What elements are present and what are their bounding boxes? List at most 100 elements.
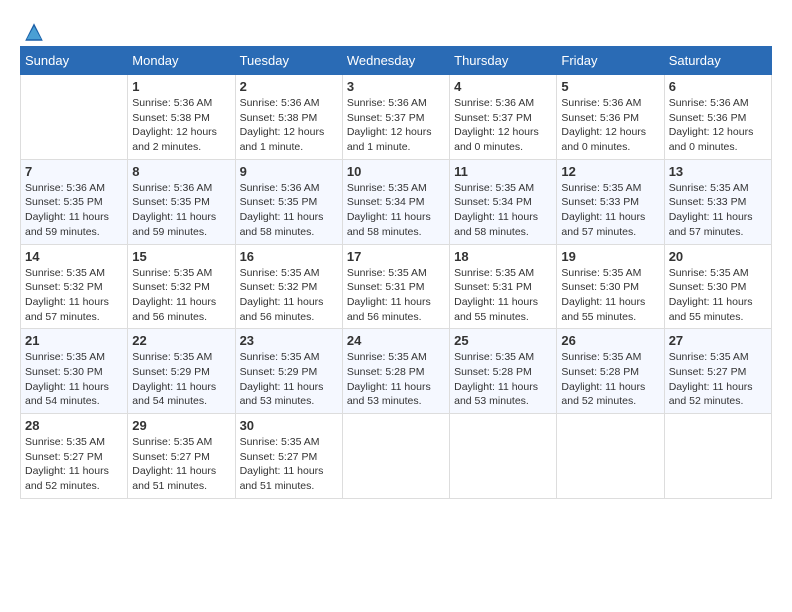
day-number: 9 xyxy=(240,164,338,179)
day-info: Sunrise: 5:36 AMSunset: 5:35 PMDaylight:… xyxy=(240,181,338,240)
calendar-cell xyxy=(21,75,128,160)
day-number: 30 xyxy=(240,418,338,433)
day-number: 15 xyxy=(132,249,230,264)
day-info: Sunrise: 5:35 AMSunset: 5:30 PMDaylight:… xyxy=(25,350,123,409)
page-header xyxy=(20,20,772,36)
day-info: Sunrise: 5:35 AMSunset: 5:33 PMDaylight:… xyxy=(669,181,767,240)
calendar-cell: 1 Sunrise: 5:36 AMSunset: 5:38 PMDaylight… xyxy=(128,75,235,160)
calendar-cell: 11 Sunrise: 5:35 AMSunset: 5:34 PMDayligh… xyxy=(450,159,557,244)
calendar-cell: 26Sunrise: 5:35 AMSunset: 5:28 PMDayligh… xyxy=(557,329,664,414)
calendar-header-wednesday: Wednesday xyxy=(342,47,449,75)
calendar-cell xyxy=(664,414,771,499)
day-info: Sunrise: 5:36 AMSunset: 5:35 PMDaylight:… xyxy=(132,181,230,240)
day-number: 13 xyxy=(669,164,767,179)
day-info: Sunrise: 5:35 AMSunset: 5:34 PMDaylight:… xyxy=(454,181,552,240)
day-info: Sunrise: 5:35 AMSunset: 5:32 PMDaylight:… xyxy=(240,266,338,325)
calendar-cell: 5 Sunrise: 5:36 AMSunset: 5:36 PMDaylight… xyxy=(557,75,664,160)
day-number: 10 xyxy=(347,164,445,179)
calendar-cell: 17 Sunrise: 5:35 AMSunset: 5:31 PMDayligh… xyxy=(342,244,449,329)
calendar-cell: 21Sunrise: 5:35 AMSunset: 5:30 PMDayligh… xyxy=(21,329,128,414)
calendar-cell: 10 Sunrise: 5:35 AMSunset: 5:34 PMDayligh… xyxy=(342,159,449,244)
day-info: Sunrise: 5:36 AMSunset: 5:35 PMDaylight:… xyxy=(25,181,123,240)
day-info: Sunrise: 5:35 AMSunset: 5:29 PMDaylight:… xyxy=(240,350,338,409)
calendar-cell: 23 Sunrise: 5:35 AMSunset: 5:29 PMDayligh… xyxy=(235,329,342,414)
day-info: Sunrise: 5:35 AMSunset: 5:29 PMDaylight:… xyxy=(132,350,230,409)
day-info: Sunrise: 5:35 AMSunset: 5:28 PMDaylight:… xyxy=(347,350,445,409)
calendar-cell xyxy=(450,414,557,499)
calendar-cell: 29 Sunrise: 5:35 AMSunset: 5:27 PMDayligh… xyxy=(128,414,235,499)
calendar-header-tuesday: Tuesday xyxy=(235,47,342,75)
calendar-cell xyxy=(557,414,664,499)
day-number: 12 xyxy=(561,164,659,179)
day-info: Sunrise: 5:36 AMSunset: 5:36 PMDaylight:… xyxy=(669,96,767,155)
calendar-week-4: 21Sunrise: 5:35 AMSunset: 5:30 PMDayligh… xyxy=(21,329,772,414)
calendar-header-sunday: Sunday xyxy=(21,47,128,75)
day-info: Sunrise: 5:36 AMSunset: 5:38 PMDaylight:… xyxy=(240,96,338,155)
day-number: 8 xyxy=(132,164,230,179)
day-number: 5 xyxy=(561,79,659,94)
day-number: 29 xyxy=(132,418,230,433)
calendar-cell: 24 Sunrise: 5:35 AMSunset: 5:28 PMDayligh… xyxy=(342,329,449,414)
day-info: Sunrise: 5:35 AMSunset: 5:32 PMDaylight:… xyxy=(132,266,230,325)
calendar-cell: 20Sunrise: 5:35 AMSunset: 5:30 PMDayligh… xyxy=(664,244,771,329)
calendar-cell: 6 Sunrise: 5:36 AMSunset: 5:36 PMDaylight… xyxy=(664,75,771,160)
logo xyxy=(20,20,46,36)
calendar-cell: 18Sunrise: 5:35 AMSunset: 5:31 PMDayligh… xyxy=(450,244,557,329)
calendar-cell: 9 Sunrise: 5:36 AMSunset: 5:35 PMDaylight… xyxy=(235,159,342,244)
day-number: 27 xyxy=(669,333,767,348)
calendar: SundayMondayTuesdayWednesdayThursdayFrid… xyxy=(20,46,772,499)
calendar-cell: 4 Sunrise: 5:36 AMSunset: 5:37 PMDaylight… xyxy=(450,75,557,160)
day-number: 26 xyxy=(561,333,659,348)
calendar-cell: 25 Sunrise: 5:35 AMSunset: 5:28 PMDayligh… xyxy=(450,329,557,414)
day-number: 4 xyxy=(454,79,552,94)
calendar-cell: 3Sunrise: 5:36 AMSunset: 5:37 PMDaylight… xyxy=(342,75,449,160)
day-info: Sunrise: 5:35 AMSunset: 5:27 PMDaylight:… xyxy=(240,435,338,494)
calendar-cell: 14Sunrise: 5:35 AMSunset: 5:32 PMDayligh… xyxy=(21,244,128,329)
calendar-header-friday: Friday xyxy=(557,47,664,75)
calendar-week-5: 28 Sunrise: 5:35 AMSunset: 5:27 PMDayligh… xyxy=(21,414,772,499)
day-number: 17 xyxy=(347,249,445,264)
day-number: 2 xyxy=(240,79,338,94)
day-number: 24 xyxy=(347,333,445,348)
day-info: Sunrise: 5:35 AMSunset: 5:28 PMDaylight:… xyxy=(454,350,552,409)
day-info: Sunrise: 5:35 AMSunset: 5:30 PMDaylight:… xyxy=(561,266,659,325)
day-info: Sunrise: 5:36 AMSunset: 5:37 PMDaylight:… xyxy=(347,96,445,155)
day-number: 23 xyxy=(240,333,338,348)
calendar-cell: 15 Sunrise: 5:35 AMSunset: 5:32 PMDayligh… xyxy=(128,244,235,329)
calendar-cell: 16 Sunrise: 5:35 AMSunset: 5:32 PMDayligh… xyxy=(235,244,342,329)
calendar-cell: 22 Sunrise: 5:35 AMSunset: 5:29 PMDayligh… xyxy=(128,329,235,414)
day-number: 16 xyxy=(240,249,338,264)
calendar-cell xyxy=(342,414,449,499)
day-info: Sunrise: 5:35 AMSunset: 5:34 PMDaylight:… xyxy=(347,181,445,240)
day-number: 11 xyxy=(454,164,552,179)
calendar-cell: 28 Sunrise: 5:35 AMSunset: 5:27 PMDayligh… xyxy=(21,414,128,499)
day-number: 22 xyxy=(132,333,230,348)
day-number: 7 xyxy=(25,164,123,179)
calendar-cell: 19 Sunrise: 5:35 AMSunset: 5:30 PMDayligh… xyxy=(557,244,664,329)
calendar-week-1: 1 Sunrise: 5:36 AMSunset: 5:38 PMDaylight… xyxy=(21,75,772,160)
calendar-cell: 12Sunrise: 5:35 AMSunset: 5:33 PMDayligh… xyxy=(557,159,664,244)
day-info: Sunrise: 5:35 AMSunset: 5:27 PMDaylight:… xyxy=(669,350,767,409)
logo-icon xyxy=(22,20,46,44)
calendar-cell: 27 Sunrise: 5:35 AMSunset: 5:27 PMDayligh… xyxy=(664,329,771,414)
calendar-week-3: 14Sunrise: 5:35 AMSunset: 5:32 PMDayligh… xyxy=(21,244,772,329)
day-info: Sunrise: 5:36 AMSunset: 5:37 PMDaylight:… xyxy=(454,96,552,155)
day-info: Sunrise: 5:35 AMSunset: 5:27 PMDaylight:… xyxy=(132,435,230,494)
day-info: Sunrise: 5:35 AMSunset: 5:31 PMDaylight:… xyxy=(347,266,445,325)
calendar-header-thursday: Thursday xyxy=(450,47,557,75)
day-number: 28 xyxy=(25,418,123,433)
day-number: 25 xyxy=(454,333,552,348)
day-info: Sunrise: 5:36 AMSunset: 5:38 PMDaylight:… xyxy=(132,96,230,155)
day-number: 6 xyxy=(669,79,767,94)
calendar-header-row: SundayMondayTuesdayWednesdayThursdayFrid… xyxy=(21,47,772,75)
day-info: Sunrise: 5:35 AMSunset: 5:32 PMDaylight:… xyxy=(25,266,123,325)
day-info: Sunrise: 5:35 AMSunset: 5:27 PMDaylight:… xyxy=(25,435,123,494)
day-info: Sunrise: 5:36 AMSunset: 5:36 PMDaylight:… xyxy=(561,96,659,155)
calendar-cell: 30 Sunrise: 5:35 AMSunset: 5:27 PMDayligh… xyxy=(235,414,342,499)
day-number: 1 xyxy=(132,79,230,94)
calendar-cell: 8 Sunrise: 5:36 AMSunset: 5:35 PMDaylight… xyxy=(128,159,235,244)
day-number: 19 xyxy=(561,249,659,264)
day-number: 18 xyxy=(454,249,552,264)
calendar-header-saturday: Saturday xyxy=(664,47,771,75)
calendar-week-2: 7 Sunrise: 5:36 AMSunset: 5:35 PMDaylight… xyxy=(21,159,772,244)
